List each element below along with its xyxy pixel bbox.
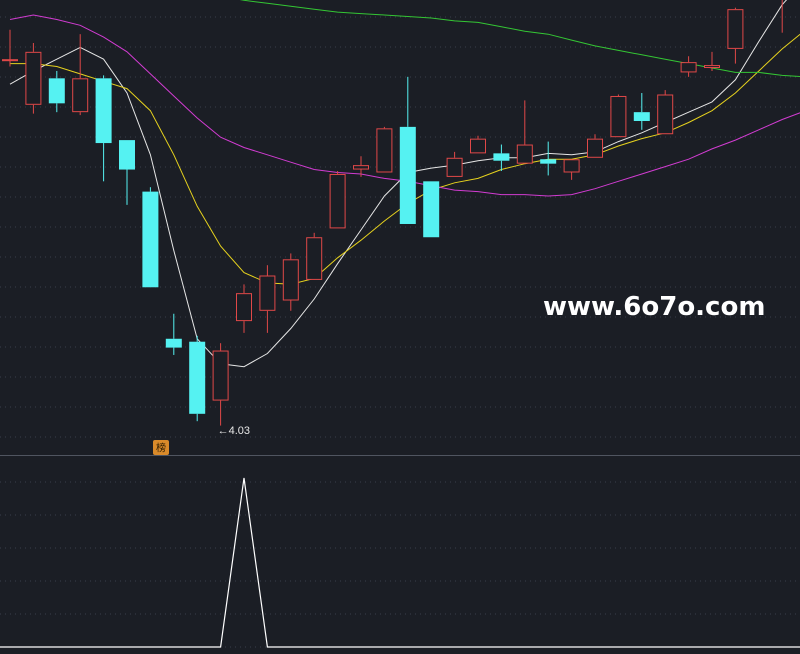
candle-body-up — [2, 59, 18, 62]
candle — [25, 43, 42, 114]
candle — [306, 232, 323, 280]
candle-body-up — [353, 165, 369, 170]
candle — [446, 151, 463, 177]
candle-body-up — [563, 159, 580, 173]
candle — [376, 126, 393, 173]
candle — [329, 171, 346, 229]
candle-body-down — [119, 140, 135, 170]
candle — [119, 140, 135, 205]
rank-badge-label: 榜 — [156, 442, 166, 455]
candle-body-down — [95, 78, 112, 144]
candle-body-up — [306, 237, 323, 280]
candle — [633, 93, 650, 130]
candle-body-up — [657, 94, 674, 135]
candle-body-up — [470, 138, 486, 154]
indicator-series — [0, 477, 800, 648]
indicator-line — [0, 477, 800, 648]
indicator-grid — [0, 481, 800, 648]
candle — [259, 265, 276, 333]
candle — [781, 0, 783, 33]
candle-body-down — [633, 112, 650, 121]
candle-body-up — [610, 95, 627, 138]
candle-body-up — [727, 9, 744, 49]
candle — [516, 100, 533, 164]
candle-body-up — [680, 62, 697, 73]
candle — [680, 56, 697, 77]
candle-body-up — [282, 259, 299, 301]
candle-body-up — [704, 65, 720, 69]
candle — [212, 343, 229, 426]
candle-body-down — [48, 78, 65, 104]
candle — [563, 159, 580, 180]
candle — [236, 284, 252, 333]
candle-body-down — [399, 126, 416, 224]
candle — [72, 34, 89, 116]
candle — [189, 335, 206, 422]
candle — [657, 90, 674, 135]
candle — [423, 181, 440, 238]
candle-body-up — [376, 128, 393, 173]
candle — [165, 313, 182, 355]
candle — [610, 94, 627, 138]
low-price-label: ←4.03 — [218, 425, 250, 437]
candle — [399, 76, 416, 224]
candle-body-up — [72, 78, 89, 113]
candle — [95, 75, 112, 182]
candle — [540, 141, 557, 176]
candle-body-down — [189, 341, 206, 414]
candle-body-up — [516, 144, 533, 164]
candle — [2, 29, 18, 67]
stock-chart: ←4.03 榜 www.6o7o.com — [0, 0, 800, 648]
candle-body-up — [25, 51, 42, 105]
candle — [727, 7, 744, 64]
candle — [587, 134, 603, 158]
candle-body-up — [587, 138, 603, 158]
candle — [282, 253, 299, 311]
candle-body-up — [236, 293, 252, 322]
candle — [470, 135, 486, 154]
candle-body-up — [446, 157, 463, 177]
candle-body-down — [142, 191, 159, 288]
candle-body-down — [165, 338, 182, 348]
candle — [704, 51, 720, 71]
candle — [142, 187, 159, 288]
main-grid — [0, 16, 800, 438]
candle — [48, 70, 65, 113]
candle-body-down — [540, 159, 557, 164]
rank-badge[interactable]: 榜 — [153, 440, 169, 455]
watermark-text: www.6o7o.com — [543, 292, 765, 322]
candlesticks — [2, 0, 783, 426]
candle-body-down — [423, 181, 440, 238]
candle-body-down — [493, 153, 510, 161]
candle-body-up — [329, 173, 346, 229]
candle-body-up — [259, 275, 276, 311]
candle-body-up — [212, 350, 229, 401]
